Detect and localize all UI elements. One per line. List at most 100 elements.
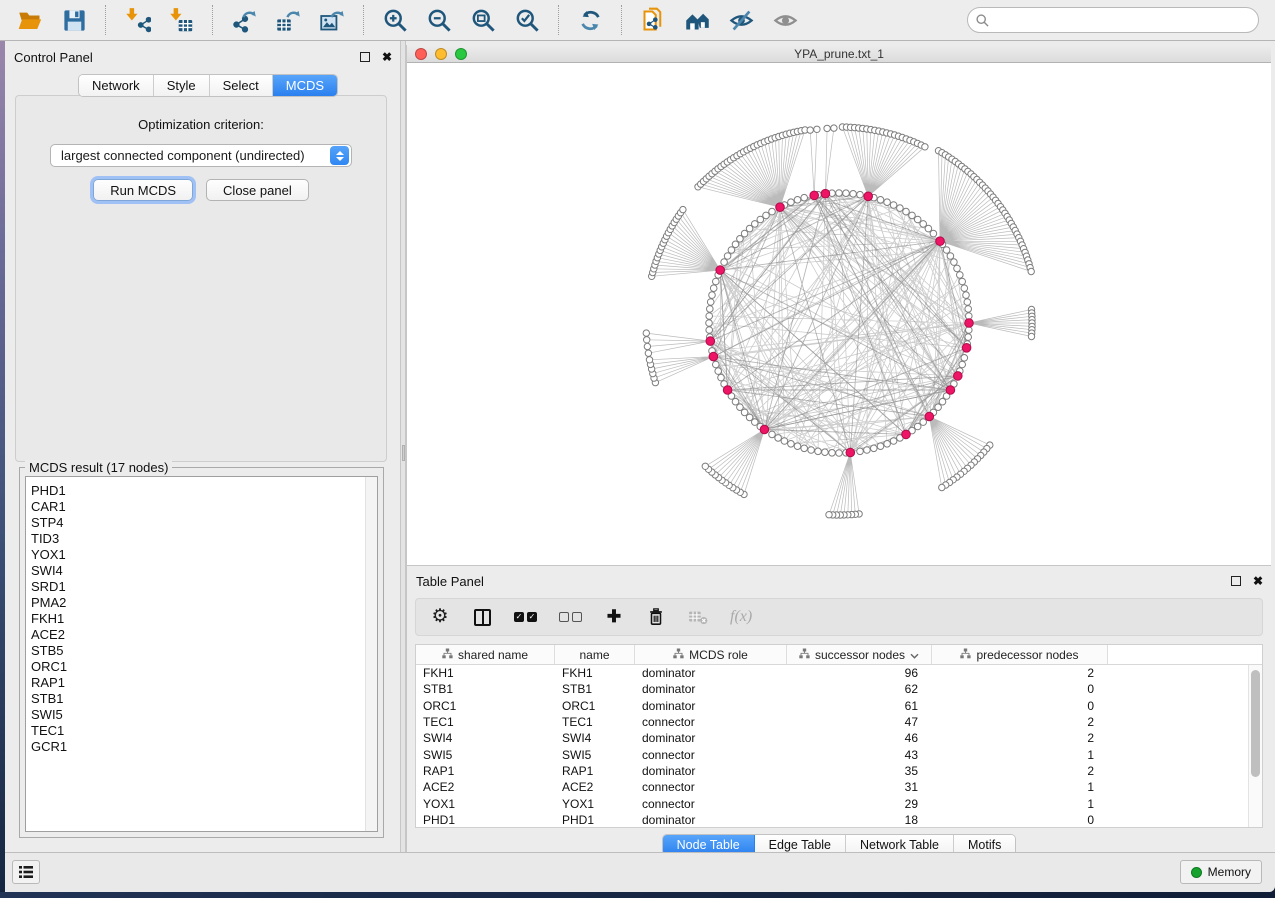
table-cell[interactable]: 2: [932, 666, 1108, 680]
network-mcds-hub-node[interactable]: [821, 189, 830, 198]
network-node[interactable]: [920, 419, 927, 426]
table-cell[interactable]: 2: [932, 731, 1108, 745]
table-cell[interactable]: 0: [932, 682, 1108, 696]
mcds-result-item[interactable]: GCR1: [26, 739, 377, 755]
network-node[interactable]: [646, 357, 652, 363]
clone-network-icon[interactable]: [635, 3, 671, 37]
table-row[interactable]: STB1STB1dominator620: [416, 681, 1248, 697]
network-mcds-hub-node[interactable]: [965, 319, 974, 328]
network-mcds-hub-node[interactable]: [760, 425, 769, 434]
network-graph[interactable]: [407, 63, 1270, 564]
table-row[interactable]: YOX1YOX1connector291: [416, 795, 1248, 811]
close-panel-button[interactable]: Close panel: [206, 179, 309, 201]
mcds-result-item[interactable]: PHD1: [26, 483, 377, 499]
eye-icon[interactable]: [767, 3, 803, 37]
network-node[interactable]: [831, 125, 837, 131]
table-cell[interactable]: ORC1: [416, 699, 555, 713]
search-input[interactable]: [994, 13, 1250, 27]
table-row[interactable]: ORC1ORC1dominator610: [416, 698, 1248, 714]
network-node[interactable]: [643, 330, 649, 336]
splitter-handle-icon[interactable]: [402, 445, 405, 461]
network-node[interactable]: [746, 414, 753, 421]
column-header-MCDS-role[interactable]: MCDS role: [635, 645, 787, 664]
save-session-icon[interactable]: [56, 3, 92, 37]
network-node[interactable]: [775, 435, 782, 442]
network-node[interactable]: [930, 230, 937, 237]
table-cell[interactable]: FKH1: [555, 666, 635, 680]
mcds-result-item[interactable]: STB5: [26, 643, 377, 659]
mcds-result-item[interactable]: STB1: [26, 691, 377, 707]
table-cell[interactable]: RAP1: [416, 764, 555, 778]
network-node[interactable]: [871, 445, 878, 452]
network-node[interactable]: [814, 126, 820, 132]
network-node[interactable]: [961, 285, 968, 292]
table-row[interactable]: ACE2ACE2connector311: [416, 779, 1248, 795]
deselect-all-icon[interactable]: [559, 605, 582, 629]
network-node[interactable]: [702, 463, 708, 469]
optimization-criterion-dropdown[interactable]: largest connected component (undirected): [50, 144, 352, 167]
refresh-icon[interactable]: [572, 3, 608, 37]
scrollbar-thumb[interactable]: [1251, 670, 1260, 777]
tab-select[interactable]: Select: [210, 75, 273, 96]
network-node[interactable]: [964, 299, 971, 306]
table-cell[interactable]: 1: [932, 780, 1108, 794]
network-node[interactable]: [680, 206, 686, 212]
table-cell[interactable]: TEC1: [555, 715, 635, 729]
table-cell[interactable]: dominator: [635, 682, 787, 696]
mcds-result-item[interactable]: TID3: [26, 531, 377, 547]
table-close-panel-icon[interactable]: ✖: [1253, 576, 1263, 586]
table-cell[interactable]: 31: [787, 780, 932, 794]
network-node[interactable]: [769, 208, 776, 215]
zoom-out-icon[interactable]: [421, 3, 457, 37]
network-node[interactable]: [954, 265, 961, 272]
network-node[interactable]: [836, 190, 843, 197]
network-mcds-hub-node[interactable]: [723, 386, 732, 395]
network-node[interactable]: [836, 450, 843, 457]
network-node[interactable]: [715, 368, 722, 375]
settings-gear-icon[interactable]: ⚙: [430, 605, 450, 629]
network-mcds-hub-node[interactable]: [706, 337, 715, 346]
import-network-icon[interactable]: [119, 3, 155, 37]
network-mcds-hub-node[interactable]: [902, 430, 911, 439]
table-row[interactable]: FKH1FKH1dominator962: [416, 665, 1248, 681]
network-node[interactable]: [897, 205, 904, 212]
table-cell[interactable]: PHD1: [555, 813, 635, 827]
table-cell[interactable]: 47: [787, 715, 932, 729]
network-node[interactable]: [850, 191, 857, 198]
network-node[interactable]: [794, 443, 801, 450]
add-column-icon[interactable]: ✚: [604, 605, 624, 629]
network-canvas[interactable]: [407, 63, 1271, 564]
table-cell[interactable]: ORC1: [555, 699, 635, 713]
table-cell[interactable]: connector: [635, 748, 787, 762]
network-mcds-hub-node[interactable]: [925, 412, 934, 421]
table-cell[interactable]: 43: [787, 748, 932, 762]
network-node[interactable]: [752, 221, 759, 228]
table-cell[interactable]: 1: [932, 748, 1108, 762]
network-node[interactable]: [864, 447, 871, 454]
network-node[interactable]: [737, 404, 744, 411]
table-cell[interactable]: 0: [932, 699, 1108, 713]
network-node[interactable]: [1028, 268, 1034, 274]
network-node[interactable]: [965, 334, 972, 341]
network-node[interactable]: [707, 306, 714, 313]
mcds-result-item[interactable]: SWI4: [26, 563, 377, 579]
table-cell[interactable]: 35: [787, 764, 932, 778]
table-cell[interactable]: ACE2: [555, 780, 635, 794]
network-node[interactable]: [807, 127, 813, 133]
network-node[interactable]: [808, 447, 815, 454]
network-node[interactable]: [909, 212, 916, 219]
table-row[interactable]: TEC1TEC1connector472: [416, 714, 1248, 730]
mcds-result-item[interactable]: CAR1: [26, 499, 377, 515]
network-node[interactable]: [781, 438, 788, 445]
network-node[interactable]: [959, 361, 966, 368]
network-node[interactable]: [890, 438, 897, 445]
network-node[interactable]: [706, 327, 713, 334]
network-mcds-hub-node[interactable]: [810, 191, 819, 200]
table-cell[interactable]: 96: [787, 666, 932, 680]
table-cell[interactable]: STB1: [416, 682, 555, 696]
mcds-result-item[interactable]: STP4: [26, 515, 377, 531]
run-mcds-button[interactable]: Run MCDS: [93, 179, 193, 201]
column-header-name[interactable]: name: [555, 645, 635, 664]
network-mcds-hub-node[interactable]: [946, 386, 955, 395]
table-cell[interactable]: dominator: [635, 764, 787, 778]
